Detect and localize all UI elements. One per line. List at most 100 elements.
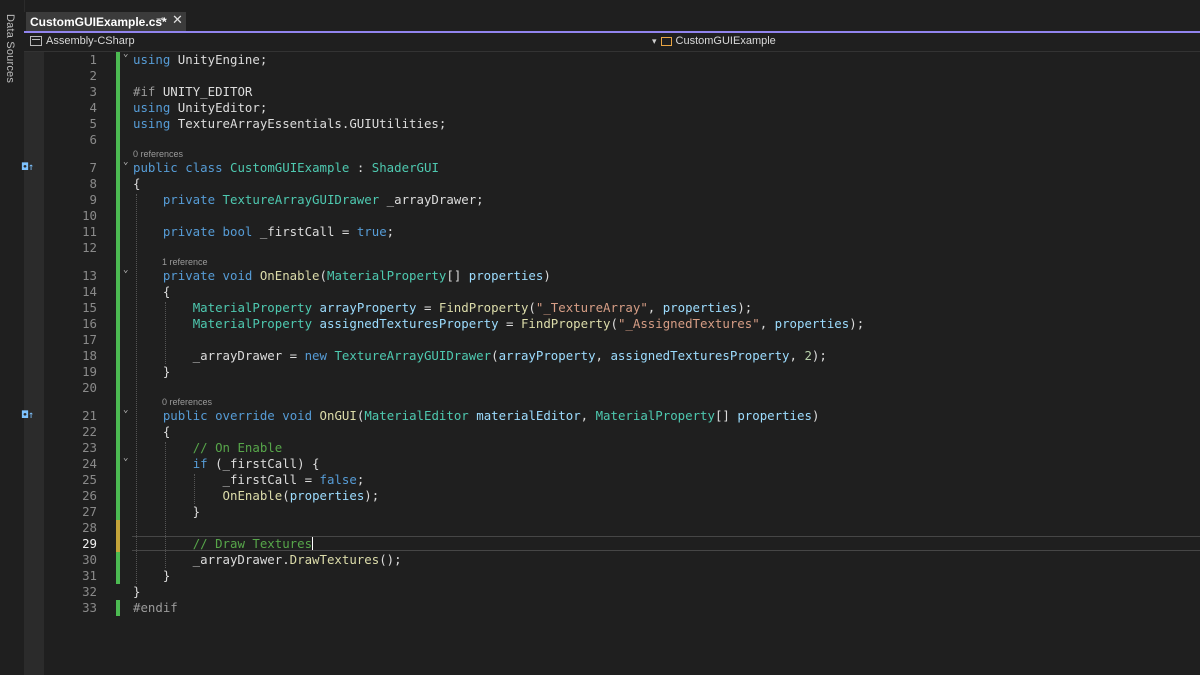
code-line[interactable]: 14 { (44, 284, 1200, 300)
code-line[interactable]: 24 if (_firstCall) { (44, 456, 1200, 472)
editor-content[interactable]: ⌄ ⌄ ⌄ ⌄ ⌄ 0 references 1 reference 0 references… (44, 49, 1200, 675)
code-line[interactable]: 19 } (44, 364, 1200, 380)
code-token: MaterialProperty (192, 300, 313, 315)
code-token: TextureArrayEssentials.GUIUtilities; (170, 116, 447, 131)
code-line[interactable]: 7 public class CustomGUIExample : ShaderG… (44, 160, 1200, 176)
line-number: 31 (82, 568, 97, 583)
code-line[interactable]: 30 _arrayDrawer.DrawTextures(); (44, 552, 1200, 568)
code-token: assignedTexturesProperty (319, 316, 499, 331)
code-line[interactable]: 3 #if UNITY_EDITOR (44, 84, 1200, 100)
code-text: } (133, 364, 170, 380)
code-line[interactable]: 9 private TextureArrayGUIDrawer _arrayDr… (44, 192, 1200, 208)
code-token: ); (811, 348, 827, 363)
line-number: 3 (89, 84, 97, 99)
code-token: // Draw Textures (192, 536, 313, 551)
code-token: true (356, 224, 387, 239)
code-token: UNITY_EDITOR (155, 84, 253, 99)
project-dropdown[interactable]: Assembly-CSharp (30, 35, 135, 47)
class-scope-dropdown[interactable]: ▾ CustomGUIExample (652, 35, 776, 47)
code-line[interactable]: 13 private void OnEnable(MaterialPropert… (44, 268, 1200, 284)
code-line[interactable]: 32} (44, 584, 1200, 600)
document-tab[interactable]: CustomGUIExample.cs* ⊸ ✕ (26, 12, 186, 31)
line-number: 10 (82, 208, 97, 223)
code-token: UnityEngine; (170, 52, 268, 67)
code-token: TextureArrayGUIDrawer (222, 192, 380, 207)
code-token: OnEnable (222, 488, 283, 503)
code-token: class (185, 160, 223, 175)
code-line[interactable]: 15 MaterialProperty arrayProperty = Find… (44, 300, 1200, 316)
code-text: OnEnable(properties); (133, 488, 380, 504)
code-line[interactable]: 18 _arrayDrawer = new TextureArrayGUIDra… (44, 348, 1200, 364)
code-line[interactable]: 22 { (44, 424, 1200, 440)
line-number: 30 (82, 552, 97, 567)
code-token: if (192, 456, 208, 471)
code-token: ( (528, 300, 536, 315)
code-line[interactable]: 28 (44, 520, 1200, 536)
code-text: #endif (133, 600, 178, 616)
line-number: 13 (82, 268, 97, 283)
code-line[interactable]: 6 (44, 132, 1200, 148)
code-token: properties (289, 488, 365, 503)
code-lens-references[interactable]: 0 references (162, 396, 212, 408)
line-number: 28 (82, 520, 97, 535)
line-number: 19 (82, 364, 97, 379)
code-line[interactable]: 26 OnEnable(properties); (44, 488, 1200, 504)
close-icon[interactable]: ✕ (172, 12, 183, 28)
code-line[interactable]: 16 MaterialProperty assignedTexturesProp… (44, 316, 1200, 332)
code-text: #if UNITY_EDITOR (133, 84, 252, 100)
code-line[interactable]: 12 (44, 240, 1200, 256)
code-line[interactable]: 31 } (44, 568, 1200, 584)
code-token: arrayProperty (319, 300, 417, 315)
pin-icon[interactable]: ⊸ (156, 14, 164, 25)
line-number: 11 (82, 224, 97, 239)
code-text: { (133, 424, 170, 440)
code-editor[interactable]: ⌄ ⌄ ⌄ ⌄ ⌄ 0 references 1 reference 0 references… (24, 49, 1200, 675)
code-token: _firstCall = (133, 472, 320, 487)
code-line[interactable]: 20 (44, 380, 1200, 396)
line-number: 7 (89, 160, 97, 175)
code-token: public (162, 408, 208, 423)
code-line[interactable]: 10 (44, 208, 1200, 224)
code-token: MaterialProperty (327, 268, 447, 283)
code-token: "_TextureArray" (535, 300, 648, 315)
code-line[interactable]: 11 private bool _firstCall = true; (44, 224, 1200, 240)
code-line[interactable]: 27 } (44, 504, 1200, 520)
code-text: public class CustomGUIExample : ShaderGU… (133, 160, 439, 176)
line-number: 29 (82, 536, 97, 551)
code-lens-references[interactable]: 0 references (133, 148, 183, 160)
project-icon (30, 36, 42, 46)
code-token: ( (610, 316, 618, 331)
code-token: using (133, 100, 171, 115)
code-token: arrayProperty (498, 348, 596, 363)
code-line[interactable]: 33 #endif (44, 600, 1200, 616)
code-line[interactable]: 1 using UnityEngine; (44, 52, 1200, 68)
code-line[interactable]: 8{ (44, 176, 1200, 192)
code-line[interactable]: 29 // Draw Textures (44, 536, 1200, 552)
override-glyph-icon[interactable]: ◘↑ (18, 408, 38, 424)
code-token: , (789, 348, 805, 363)
code-line[interactable]: 4 using UnityEditor; (44, 100, 1200, 116)
line-number: 6 (89, 132, 97, 147)
code-token: _firstCall = (252, 224, 357, 239)
code-line[interactable]: 25 _firstCall = false; (44, 472, 1200, 488)
line-number: 33 (82, 600, 97, 615)
code-lens-references[interactable]: 1 reference (162, 256, 208, 268)
line-number: 23 (82, 440, 97, 455)
code-text: _arrayDrawer.DrawTextures(); (133, 552, 402, 568)
code-token: , (759, 316, 775, 331)
code-line[interactable]: 5 using TextureArrayEssentials.GUIUtiliti… (44, 116, 1200, 132)
code-token: properties (737, 408, 812, 423)
data-sources-rail-tab[interactable]: Data Sources (4, 14, 16, 83)
code-line[interactable]: 21 public override void OnGUI(MaterialEd… (44, 408, 1200, 424)
code-text: } (133, 504, 200, 520)
override-glyph-icon[interactable]: ◘↑ (18, 160, 38, 176)
code-line[interactable]: 17 (44, 332, 1200, 348)
code-token: void (222, 268, 253, 283)
code-token: : (349, 160, 372, 175)
code-text: } (133, 568, 170, 584)
code-line[interactable]: 2 (44, 68, 1200, 84)
code-line[interactable]: 23 // On Enable (44, 440, 1200, 456)
